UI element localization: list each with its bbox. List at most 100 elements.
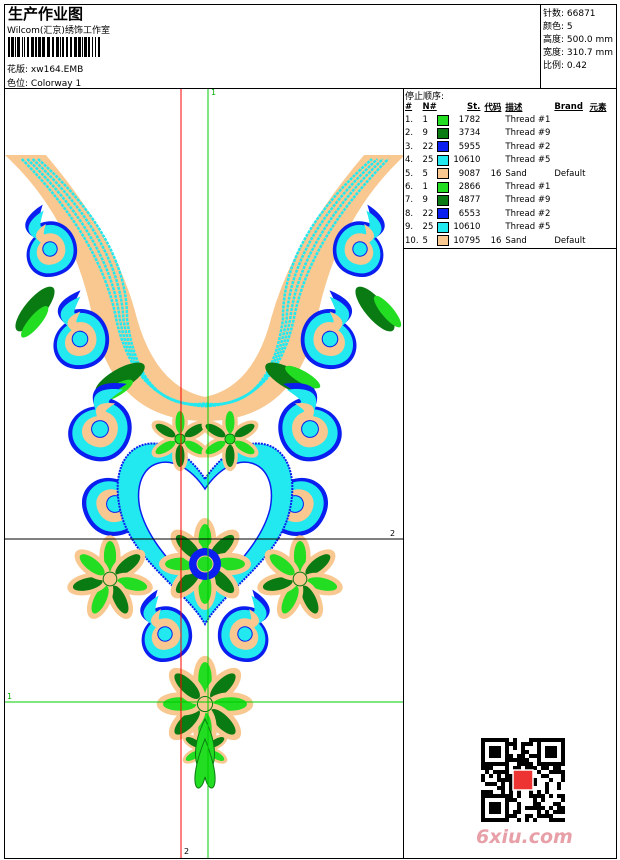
barcode-bar	[42, 37, 45, 57]
qr-module	[521, 762, 525, 766]
design-scale: 比例: 0.42	[543, 61, 587, 71]
qr-module	[553, 746, 557, 750]
stitch-count: 4877	[458, 195, 481, 206]
barcode-bar	[11, 37, 14, 57]
needle-number: 1	[422, 182, 428, 193]
qr-module	[557, 738, 561, 742]
needle-number: 25	[422, 155, 434, 166]
leaf	[175, 411, 185, 434]
brand: Default	[554, 168, 586, 179]
column-header: 描述	[505, 102, 523, 113]
description: Thread #5	[505, 155, 551, 166]
qr-module	[561, 770, 565, 774]
column-header: N#	[422, 101, 437, 112]
qr-module	[481, 742, 485, 746]
embroidery-design	[5, 89, 403, 858]
qr-module	[509, 758, 513, 762]
qr-module	[489, 750, 493, 754]
needle-number: 5	[422, 235, 428, 246]
qr-module	[505, 766, 509, 770]
qr-module	[481, 750, 485, 754]
row-index: 1.	[405, 115, 414, 126]
qr-module	[501, 790, 505, 794]
column-header: #	[405, 101, 413, 112]
brand	[552, 180, 587, 193]
qr-module	[481, 758, 485, 762]
qr-module	[481, 794, 485, 798]
qr-module	[489, 790, 493, 794]
qr-module	[497, 786, 501, 790]
qr-module	[557, 810, 561, 814]
qr-module	[537, 762, 541, 766]
qr-module	[501, 770, 505, 774]
barcode-bar	[66, 37, 68, 57]
leaf	[175, 444, 185, 467]
qr-module	[541, 794, 545, 798]
stitch-count: 10610	[453, 155, 481, 166]
qr-module	[561, 762, 565, 766]
row-index: 8.	[405, 208, 414, 219]
qr-module	[545, 790, 549, 794]
stitch-count: 3734	[458, 128, 481, 139]
qr-module	[533, 794, 537, 798]
table-row: 3. 22 5955 Thread #2	[403, 140, 608, 153]
qr-module	[557, 806, 561, 810]
needle-number: 5	[422, 168, 428, 179]
column-header: St.	[466, 101, 481, 112]
qr-module	[489, 782, 493, 786]
qr-module	[501, 786, 505, 790]
qr-module	[561, 746, 565, 750]
qr-module	[513, 742, 517, 746]
design-label: 花版:	[7, 65, 29, 75]
code	[482, 207, 503, 220]
qr-module	[557, 818, 561, 822]
qr-module	[497, 750, 501, 754]
barcode-bar	[15, 37, 16, 57]
row-index: 3.	[405, 141, 414, 152]
qr-module	[493, 802, 497, 806]
qr-module	[521, 746, 525, 750]
barcode-bar	[52, 37, 54, 57]
element	[587, 234, 608, 247]
description: Thread #9	[505, 128, 551, 139]
description: Sand	[505, 168, 527, 179]
qr-module	[549, 750, 553, 754]
qr-module	[505, 814, 509, 818]
qr-module	[537, 790, 541, 794]
guide-label-right: 2	[390, 529, 396, 538]
table-row: 1. 1 1782 Thread #1	[403, 113, 608, 126]
flower-center	[224, 433, 236, 445]
code	[482, 221, 503, 234]
qr-module	[481, 814, 485, 818]
qr-module	[481, 810, 485, 814]
qr-module	[525, 806, 529, 810]
element	[587, 127, 608, 140]
qr-module	[485, 770, 489, 774]
qr-module	[533, 806, 537, 810]
qr-module	[553, 802, 557, 806]
qr-module	[489, 738, 493, 742]
qr-module	[529, 806, 533, 810]
code	[482, 154, 503, 167]
flower-center	[196, 555, 214, 573]
qr-module	[537, 814, 541, 818]
code	[482, 180, 503, 193]
guide-label-left: 1	[7, 692, 13, 701]
qr-module	[537, 738, 541, 742]
qr-module	[489, 774, 493, 778]
qr-module	[497, 794, 501, 798]
qr-module	[525, 814, 529, 818]
qr-module	[493, 738, 497, 742]
barcode-bar	[8, 37, 10, 57]
qr-module	[545, 810, 549, 814]
design-file-name: xw164.EMB	[30, 65, 84, 75]
table-row: 7. 9 4877 Thread #9	[403, 194, 608, 207]
barcode-bar	[95, 37, 96, 57]
qr-module	[497, 778, 501, 782]
row-index: 10.	[405, 235, 419, 246]
qr-module	[493, 754, 497, 758]
row-index: 7.	[405, 195, 414, 206]
description: Thread #2	[505, 141, 551, 152]
qr-module	[481, 802, 485, 806]
qr-module	[501, 762, 505, 766]
